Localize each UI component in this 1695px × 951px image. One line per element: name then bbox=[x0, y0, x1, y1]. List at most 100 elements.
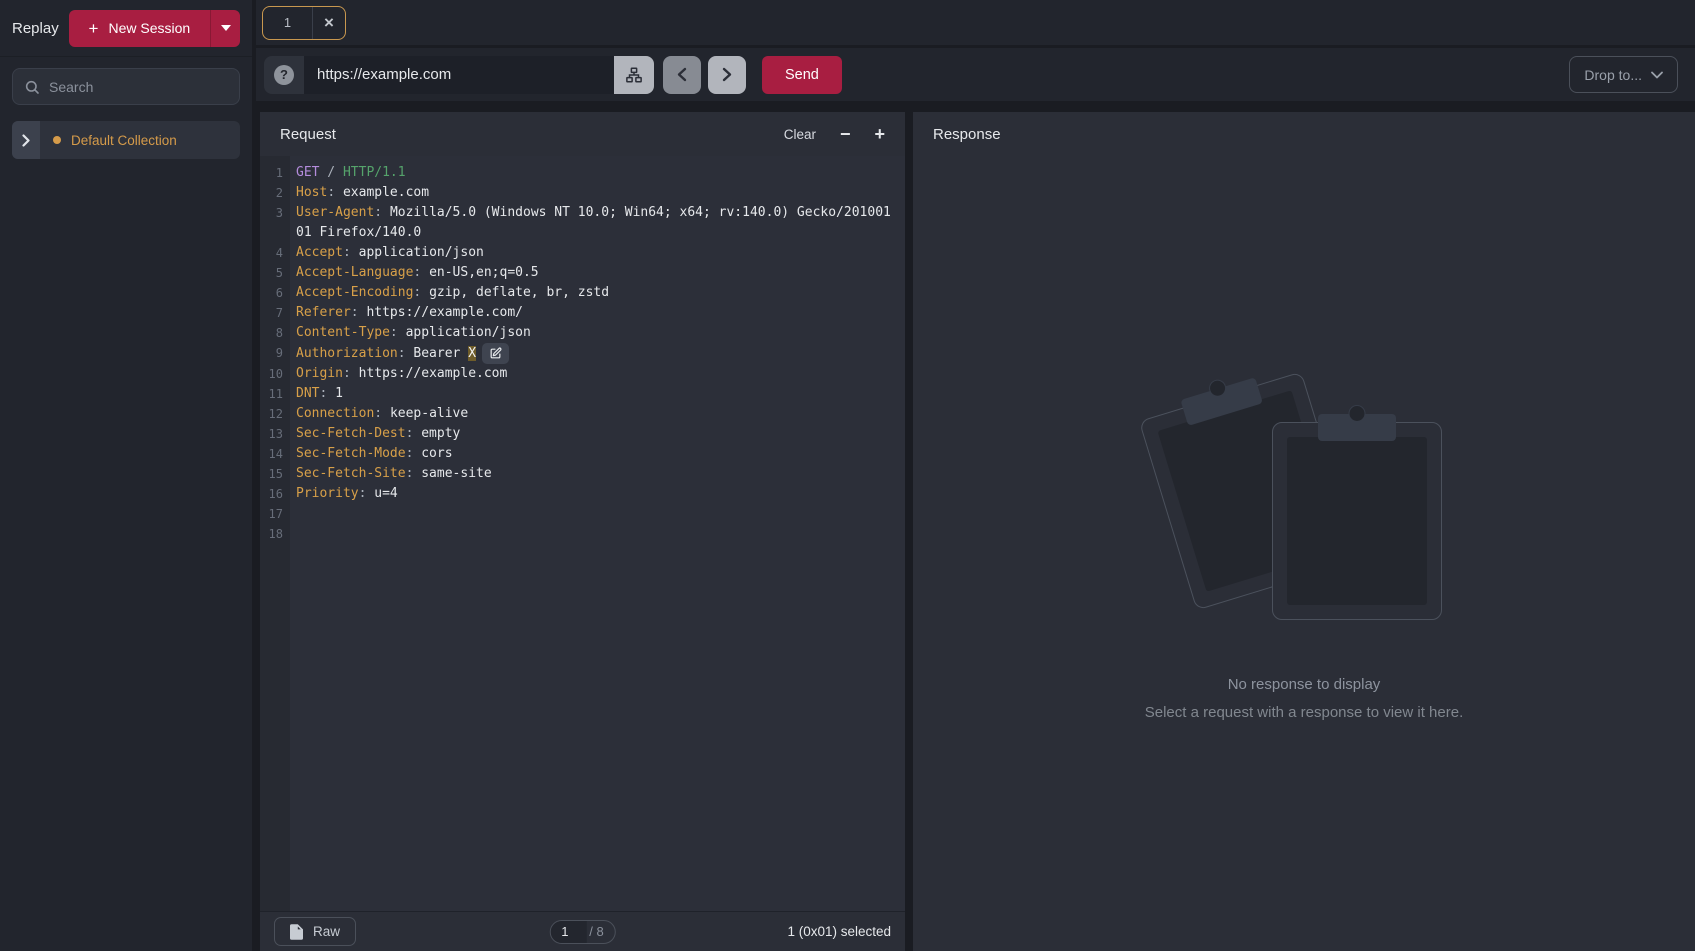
line-number: 15 bbox=[260, 464, 290, 484]
request-title: Request bbox=[280, 126, 336, 143]
line-number: 4 bbox=[260, 243, 290, 263]
edit-authorization-button[interactable] bbox=[482, 343, 509, 364]
search-input[interactable] bbox=[49, 79, 230, 95]
code-line: 4Accept: application/json bbox=[260, 243, 905, 263]
chevron-down-icon bbox=[1651, 71, 1663, 79]
session-tab-1[interactable]: 1 × bbox=[262, 6, 346, 40]
close-tab-button[interactable]: × bbox=[313, 14, 345, 31]
line-content: Host: example.com bbox=[290, 183, 905, 203]
empty-state-subtitle: Select a request with a response to view… bbox=[1145, 704, 1464, 721]
line-number: 14 bbox=[260, 444, 290, 464]
new-session-main[interactable]: + New Session bbox=[69, 10, 210, 47]
code-line: 6Accept-Encoding: gzip, deflate, br, zst… bbox=[260, 283, 905, 303]
content-area: Request Clear − + 1GET / HTTP/1.12Host: … bbox=[260, 112, 1695, 951]
sitemap-icon bbox=[625, 66, 643, 84]
line-number: 10 bbox=[260, 364, 290, 384]
line-content: GET / HTTP/1.1 bbox=[290, 163, 905, 183]
raw-label: Raw bbox=[313, 924, 340, 939]
code-line: 16Priority: u=4 bbox=[260, 484, 905, 504]
collection-label: Default Collection bbox=[71, 133, 177, 148]
clipboard-front-icon bbox=[1272, 422, 1442, 620]
line-number: 12 bbox=[260, 404, 290, 424]
code-line: 13Sec-Fetch-Dest: empty bbox=[260, 424, 905, 444]
drop-to-label: Drop to... bbox=[1584, 67, 1642, 83]
line-content: Accept-Language: en-US,en;q=0.5 bbox=[290, 263, 905, 283]
code-line: 12Connection: keep-alive bbox=[260, 404, 905, 424]
request-panel-header: Request Clear − + bbox=[260, 112, 905, 156]
response-panel-header: Response bbox=[913, 112, 1695, 156]
file-icon bbox=[290, 924, 303, 940]
question-icon: ? bbox=[274, 65, 294, 85]
page-selector: / 8 bbox=[549, 920, 615, 944]
clipboards-illustration bbox=[1144, 350, 1464, 650]
collection-dot-icon bbox=[53, 136, 61, 144]
connection-info-button[interactable]: ? bbox=[264, 56, 304, 94]
code-line: 11DNT: 1 bbox=[260, 384, 905, 404]
plus-icon: + bbox=[89, 20, 99, 37]
response-title: Response bbox=[933, 126, 1001, 143]
line-number: 9 bbox=[260, 343, 290, 364]
url-input[interactable] bbox=[304, 56, 614, 94]
request-editor-lines: 1GET / HTTP/1.12Host: example.com3User-A… bbox=[260, 163, 905, 544]
chevron-right-icon bbox=[722, 67, 732, 82]
sitemap-button[interactable] bbox=[614, 56, 654, 94]
request-editor[interactable]: 1GET / HTTP/1.12Host: example.com3User-A… bbox=[260, 156, 905, 911]
line-content: Accept: application/json bbox=[290, 243, 905, 263]
code-line: 8Content-Type: application/json bbox=[260, 323, 905, 343]
request-actions: Clear − + bbox=[784, 125, 885, 143]
line-number: 13 bbox=[260, 424, 290, 444]
drop-to-button[interactable]: Drop to... bbox=[1569, 56, 1678, 93]
selected-count: 1 (0x01) selected bbox=[787, 924, 891, 939]
code-line: 2Host: example.com bbox=[260, 183, 905, 203]
caret-down-icon bbox=[221, 25, 231, 31]
line-number: 5 bbox=[260, 263, 290, 283]
code-line: 15Sec-Fetch-Site: same-site bbox=[260, 464, 905, 484]
line-number: 2 bbox=[260, 183, 290, 203]
chevron-left-icon bbox=[677, 67, 687, 82]
page-title: Replay bbox=[12, 20, 59, 37]
line-content: Accept-Encoding: gzip, deflate, br, zstd bbox=[290, 283, 905, 303]
send-button[interactable]: Send bbox=[762, 56, 842, 94]
code-line: 3User-Agent: Mozilla/5.0 (Windows NT 10.… bbox=[260, 203, 905, 243]
increase-font-button[interactable]: + bbox=[874, 125, 885, 143]
sidebar: Replay + New Session Default Collection bbox=[0, 0, 252, 951]
line-content: Connection: keep-alive bbox=[290, 404, 905, 424]
expand-collection-button[interactable] bbox=[12, 121, 40, 159]
session-tabbar: 1 × bbox=[256, 0, 1695, 48]
decrease-font-button[interactable]: − bbox=[840, 125, 851, 143]
page-total: / 8 bbox=[586, 924, 614, 939]
page-input[interactable] bbox=[550, 921, 586, 943]
request-footer: Raw / 8 1 (0x01) selected bbox=[260, 911, 905, 951]
code-line: 1GET / HTTP/1.1 bbox=[260, 163, 905, 183]
url-group: ? bbox=[264, 56, 654, 94]
line-content: Sec-Fetch-Dest: empty bbox=[290, 424, 905, 444]
line-number: 17 bbox=[260, 504, 290, 524]
line-number: 11 bbox=[260, 384, 290, 404]
response-empty-state: No response to display Select a request … bbox=[913, 156, 1695, 951]
line-number: 16 bbox=[260, 484, 290, 504]
code-line: 9Authorization: Bearer X bbox=[260, 343, 905, 364]
new-session-button[interactable]: + New Session bbox=[69, 10, 240, 47]
line-number: 18 bbox=[260, 524, 290, 544]
history-forward-button[interactable] bbox=[708, 56, 746, 94]
clear-button[interactable]: Clear bbox=[784, 127, 816, 142]
edit-icon bbox=[489, 347, 502, 360]
line-content: Sec-Fetch-Mode: cors bbox=[290, 444, 905, 464]
line-content bbox=[290, 524, 905, 544]
sidebar-item-default-collection[interactable]: Default Collection bbox=[12, 121, 240, 159]
new-session-dropdown-button[interactable] bbox=[210, 10, 240, 47]
history-back-button[interactable] bbox=[663, 56, 701, 94]
request-panel: Request Clear − + 1GET / HTTP/1.12Host: … bbox=[260, 112, 905, 951]
line-number: 8 bbox=[260, 323, 290, 343]
raw-view-button[interactable]: Raw bbox=[274, 917, 356, 946]
line-content: Sec-Fetch-Site: same-site bbox=[290, 464, 905, 484]
new-session-label: New Session bbox=[108, 20, 190, 36]
code-line: 5Accept-Language: en-US,en;q=0.5 bbox=[260, 263, 905, 283]
line-content: User-Agent: Mozilla/5.0 (Windows NT 10.0… bbox=[290, 203, 905, 243]
line-content: Origin: https://example.com bbox=[290, 364, 905, 384]
code-line: 7Referer: https://example.com/ bbox=[260, 303, 905, 323]
line-number: 7 bbox=[260, 303, 290, 323]
line-number: 3 bbox=[260, 203, 290, 243]
code-line: 10Origin: https://example.com bbox=[260, 364, 905, 384]
line-number: 1 bbox=[260, 163, 290, 183]
